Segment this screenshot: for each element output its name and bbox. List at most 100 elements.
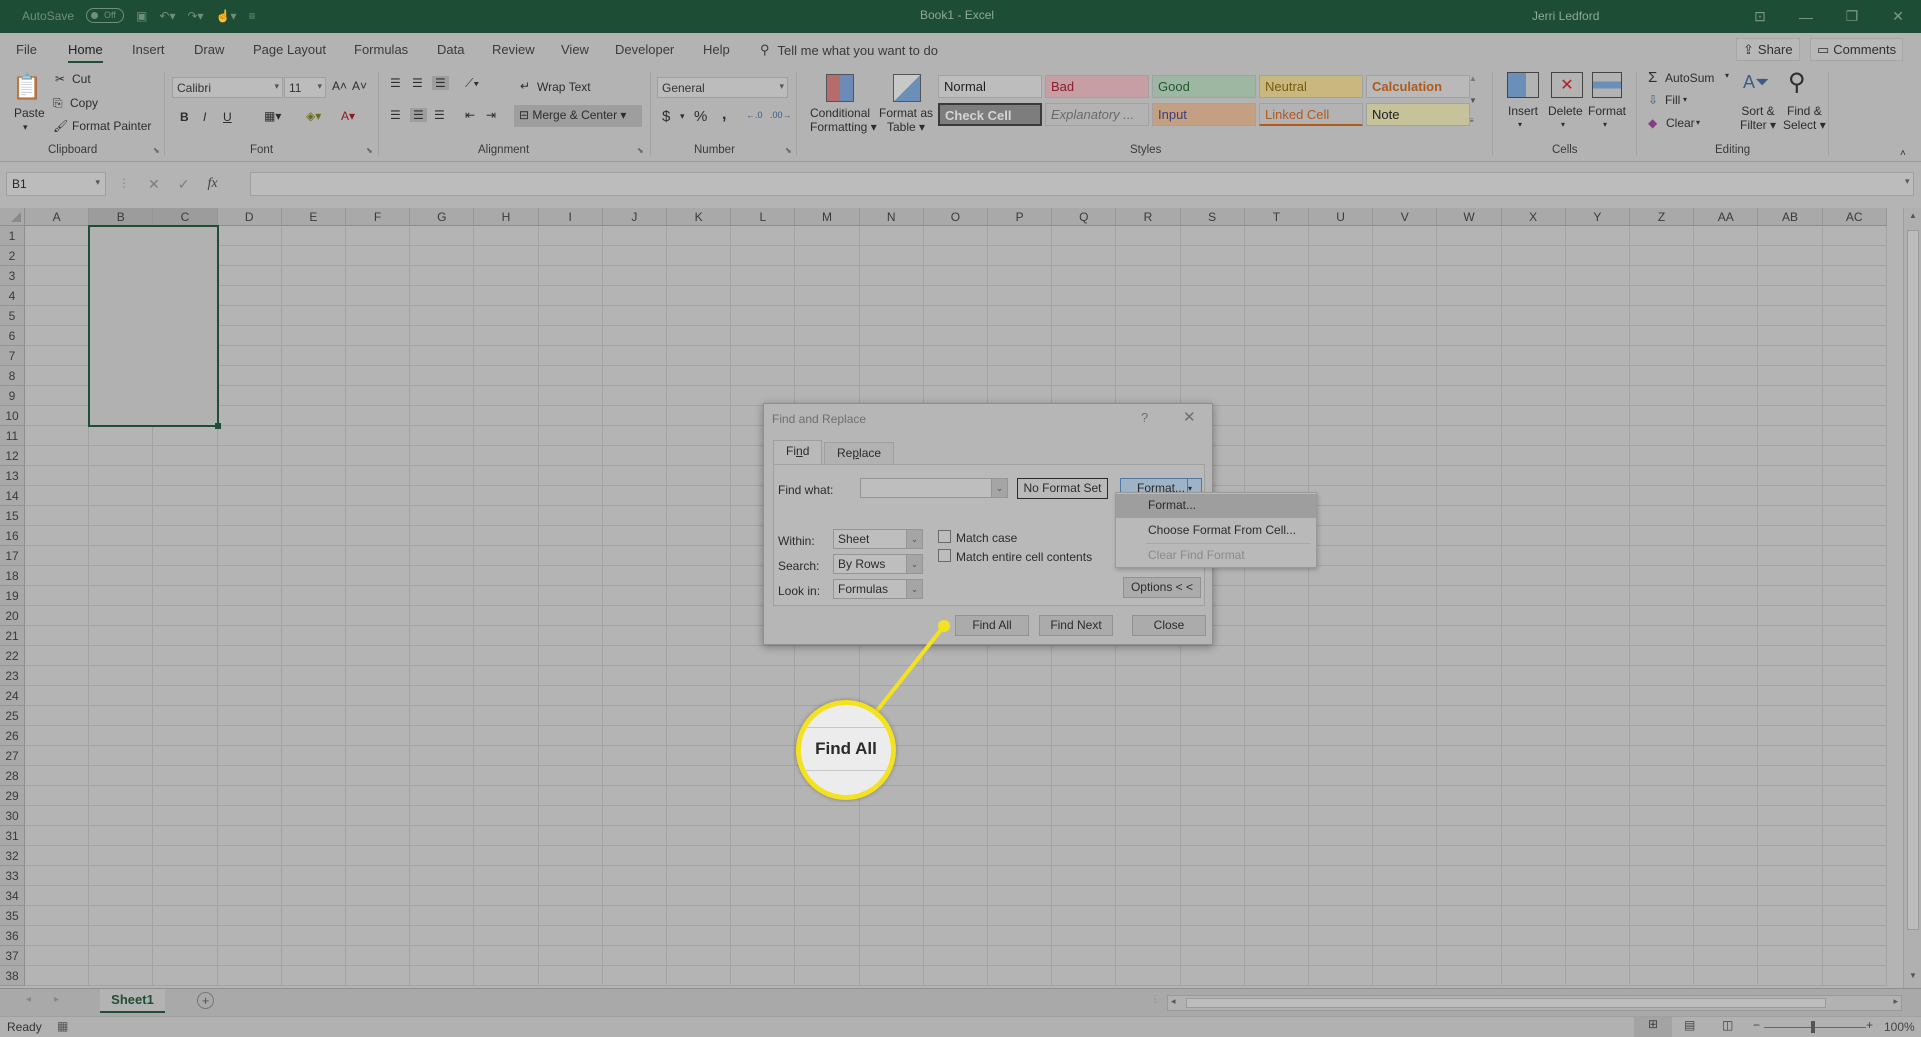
clipboard-launcher-icon[interactable]: ⬊ xyxy=(153,146,160,155)
tab-file[interactable]: File xyxy=(16,42,37,57)
row-header-14[interactable]: 14 xyxy=(0,486,25,506)
match-entire-checkbox[interactable] xyxy=(938,549,951,562)
decrease-font-icon[interactable]: A˅ xyxy=(352,79,367,93)
fill-button[interactable]: Fill xyxy=(1665,93,1680,107)
column-header-L[interactable]: L xyxy=(731,208,796,226)
tab-formulas[interactable]: Formulas xyxy=(354,42,408,57)
row-header-8[interactable]: 8 xyxy=(0,366,25,386)
match-entire-label[interactable]: Match entire cell contents xyxy=(956,550,1092,564)
row-header-2[interactable]: 2 xyxy=(0,246,25,266)
scroll-down-icon[interactable]: ▼ xyxy=(1906,971,1920,985)
italic-button[interactable]: I xyxy=(203,110,206,124)
selected-range[interactable] xyxy=(88,225,221,429)
row-header-23[interactable]: 23 xyxy=(0,666,25,686)
cell-style-good[interactable]: Good xyxy=(1152,75,1256,98)
cancel-entry-icon[interactable]: ✕ xyxy=(148,176,160,193)
column-header-T[interactable]: T xyxy=(1244,208,1309,226)
increase-decimal-icon[interactable]: ←.0 xyxy=(746,110,763,120)
tab-page-layout[interactable]: Page Layout xyxy=(253,42,326,57)
row-header-24[interactable]: 24 xyxy=(0,686,25,706)
cell-style-linked-cell[interactable]: Linked Cell xyxy=(1259,103,1363,126)
column-header-V[interactable]: V xyxy=(1373,208,1438,226)
row-header-26[interactable]: 26 xyxy=(0,726,25,746)
column-header-K[interactable]: K xyxy=(667,208,732,226)
font-color-icon[interactable]: A▾ xyxy=(341,109,355,123)
scroll-left-icon[interactable]: ◂ xyxy=(1171,996,1176,1007)
column-header-AB[interactable]: AB xyxy=(1758,208,1823,226)
increase-indent-icon[interactable]: ⇥ xyxy=(486,108,496,122)
vertical-scroll-thumb[interactable] xyxy=(1907,230,1919,930)
column-header-Z[interactable]: Z xyxy=(1630,208,1695,226)
row-header-16[interactable]: 16 xyxy=(0,526,25,546)
decrease-decimal-icon[interactable]: .00→ xyxy=(770,110,792,120)
column-header-F[interactable]: F xyxy=(346,208,411,226)
row-header-9[interactable]: 9 xyxy=(0,386,25,406)
match-case-label[interactable]: Match case xyxy=(956,531,1017,545)
fill-color-icon[interactable]: ◈▾ xyxy=(306,109,321,123)
column-header-D[interactable]: D xyxy=(217,208,282,226)
options-button[interactable]: Options < < xyxy=(1123,577,1201,598)
increase-font-icon[interactable]: A˄ xyxy=(332,79,347,93)
row-header-13[interactable]: 13 xyxy=(0,466,25,486)
cell-style-calculation[interactable]: Calculation xyxy=(1366,75,1470,98)
user-name[interactable]: Jerri Ledford xyxy=(1532,9,1599,23)
collapse-ribbon-icon[interactable]: ˄ xyxy=(1900,148,1906,159)
dialog-close-icon[interactable]: ✕ xyxy=(1183,408,1196,426)
find-all-button[interactable]: Find All xyxy=(955,615,1029,636)
find-what-input[interactable]: ⌄ xyxy=(860,478,1008,498)
column-header-W[interactable]: W xyxy=(1437,208,1502,226)
currency-dropdown-icon[interactable]: ▾ xyxy=(680,111,685,122)
column-header-B[interactable]: B xyxy=(89,208,154,226)
autosum-button[interactable]: AutoSum xyxy=(1665,71,1714,85)
normal-view-icon[interactable]: ⊞ xyxy=(1634,1017,1672,1037)
customize-qat-icon[interactable]: ≡ xyxy=(249,9,256,23)
wrap-text-button[interactable]: Wrap Text xyxy=(537,80,591,94)
column-header-E[interactable]: E xyxy=(281,208,346,226)
cell-style-explanatory[interactable]: Explanatory ... xyxy=(1045,103,1149,126)
formula-input[interactable] xyxy=(250,172,1914,196)
row-header-12[interactable]: 12 xyxy=(0,446,25,466)
column-header-M[interactable]: M xyxy=(795,208,860,226)
row-header-38[interactable]: 38 xyxy=(0,966,25,986)
row-header-6[interactable]: 6 xyxy=(0,326,25,346)
align-left-icon[interactable]: ☰ xyxy=(390,108,401,122)
cell-style-normal[interactable]: Normal xyxy=(938,75,1042,98)
column-header-R[interactable]: R xyxy=(1116,208,1181,226)
next-sheet-icon[interactable]: ▸ xyxy=(54,994,59,1005)
align-right-icon[interactable]: ☰ xyxy=(434,108,445,122)
cell-style-note[interactable]: Note xyxy=(1366,103,1470,126)
search-dropdown-icon[interactable]: ⌄ xyxy=(906,555,922,573)
autosum-dropdown-icon[interactable]: ▾ xyxy=(1725,71,1729,80)
tab-draw[interactable]: Draw xyxy=(194,42,224,57)
tab-data[interactable]: Data xyxy=(437,42,464,57)
zoom-level[interactable]: 100% xyxy=(1884,1020,1915,1034)
close-window-icon[interactable]: ✕ xyxy=(1875,0,1921,33)
restore-icon[interactable]: ❐ xyxy=(1829,0,1875,33)
clear-button[interactable]: Clear xyxy=(1666,116,1695,130)
gallery-scroll-down-icon[interactable]: ▼ xyxy=(1469,96,1477,105)
column-header-N[interactable]: N xyxy=(859,208,924,226)
bold-button[interactable]: B xyxy=(180,110,189,124)
row-header-29[interactable]: 29 xyxy=(0,786,25,806)
help-icon[interactable]: ? xyxy=(1141,410,1148,425)
orientation-icon[interactable]: ⟋▾ xyxy=(465,76,479,91)
copy-button[interactable]: Copy xyxy=(70,96,98,110)
look-in-dropdown-icon[interactable]: ⌄ xyxy=(906,580,922,598)
tab-split-handle-icon[interactable]: ⋮ xyxy=(1150,994,1160,1005)
tell-me-search[interactable]: ⚲ Tell me what you want to do xyxy=(760,42,938,58)
column-header-H[interactable]: H xyxy=(474,208,539,226)
row-header-17[interactable]: 17 xyxy=(0,546,25,566)
insert-dropdown-icon[interactable]: ▾ xyxy=(1518,120,1522,129)
cell-style-check-cell[interactable]: Check Cell xyxy=(938,103,1042,126)
underline-button[interactable]: U xyxy=(223,110,232,124)
column-header-U[interactable]: U xyxy=(1309,208,1374,226)
select-all-button[interactable] xyxy=(0,208,25,226)
cut-button[interactable]: Cut xyxy=(72,72,91,86)
middle-align-icon[interactable]: ☰ xyxy=(412,76,423,90)
tab-help[interactable]: Help xyxy=(703,42,730,57)
undo-icon[interactable]: ↶▾ xyxy=(159,9,175,23)
font-launcher-icon[interactable]: ⬊ xyxy=(366,146,373,155)
tab-replace[interactable]: Replace xyxy=(824,442,895,464)
row-header-35[interactable]: 35 xyxy=(0,906,25,926)
autosave-toggle[interactable]: Off xyxy=(86,8,125,23)
